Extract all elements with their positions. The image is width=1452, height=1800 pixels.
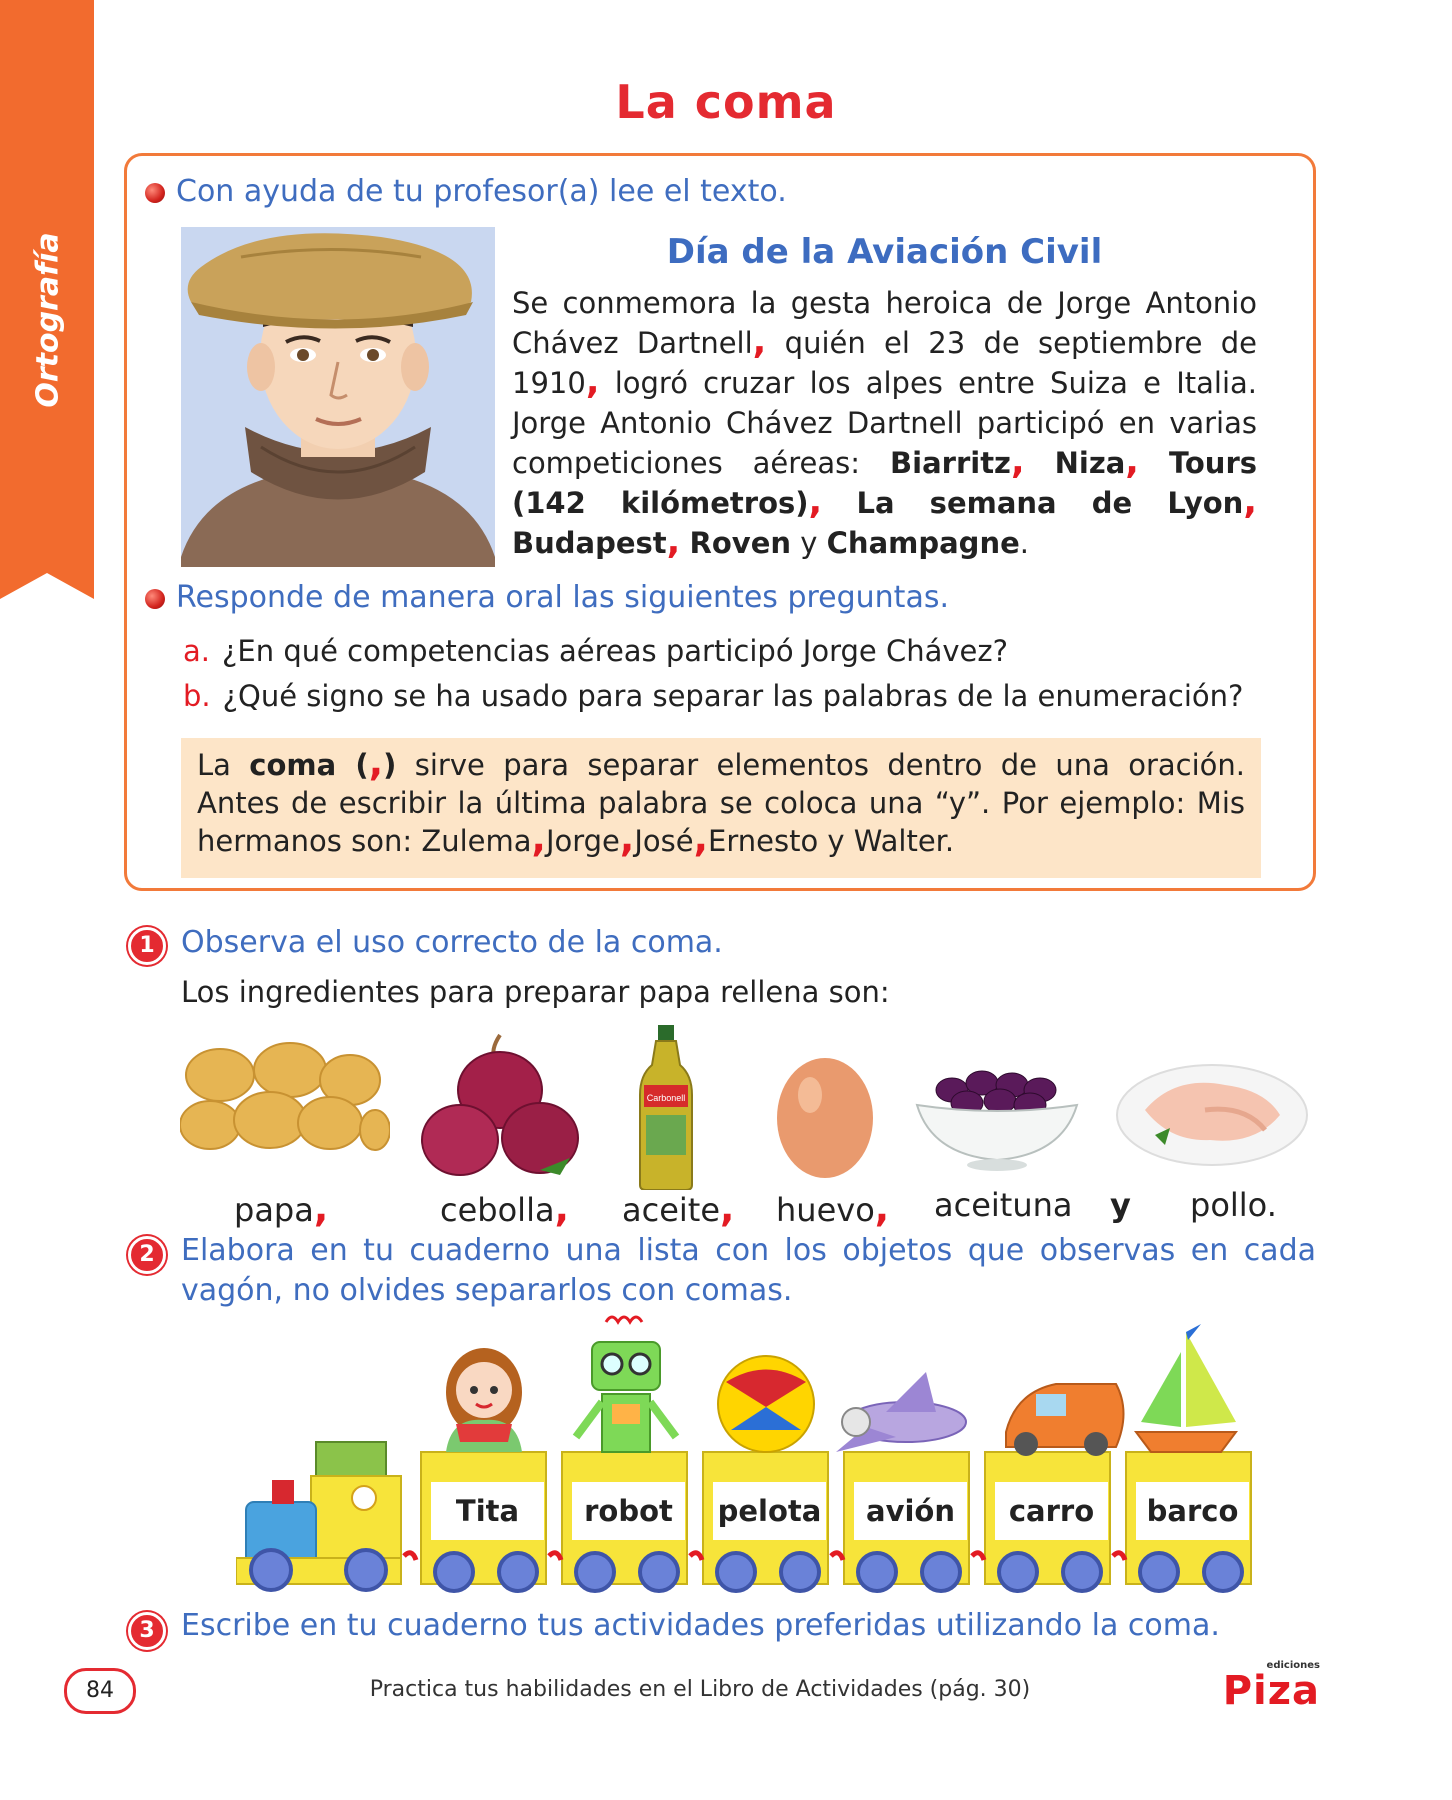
ingredient-word: pollo.	[1190, 1186, 1277, 1224]
ingredient-word: papa,	[234, 1186, 329, 1230]
side-tab-notch	[0, 565, 94, 599]
ingredient-connector: y	[1110, 1186, 1131, 1224]
activity-number-badge: 1	[128, 927, 166, 965]
wagon-label: robot	[572, 1482, 685, 1540]
ingredient-word: aceituna	[934, 1186, 1073, 1224]
wagon-label: pelota	[713, 1482, 826, 1540]
activity-number-badge: 3	[128, 1612, 166, 1650]
ingredient-word: aceite,	[622, 1186, 735, 1230]
activity1-intro: Los ingredientes para preparar papa rell…	[181, 975, 890, 1009]
question-b: b. ¿Qué signo se ha usado para separar la…	[183, 679, 1244, 713]
wagon-label: avión	[854, 1482, 967, 1540]
footer-note: Practica tus habilidades en el Libro de …	[369, 1677, 1031, 1702]
question-a: a. ¿En qué competencias aéreas participó …	[183, 634, 1008, 668]
portrait-image	[181, 227, 495, 567]
wagon-label: Tita	[431, 1482, 544, 1540]
reading-instruction: Con ayuda de tu profesor(a) lee el texto…	[176, 174, 787, 209]
section-label: Ortografía	[30, 232, 66, 408]
reading-text: Se conmemora la gesta heroica de Jorge A…	[512, 286, 1258, 562]
ingredient-word: huevo,	[776, 1186, 890, 1230]
page-title: La coma	[615, 75, 837, 129]
svg-text:Carbonell: Carbonell	[647, 1093, 686, 1103]
wagon-label: carro	[995, 1482, 1108, 1540]
olives-bowl-image	[915, 1070, 1079, 1171]
rule-box: La coma (,) sirve para separar elementos…	[181, 738, 1261, 878]
activity2-instruction: Elabora en tu cuaderno una lista con los…	[181, 1233, 1316, 1308]
oil-bottle-image: Carbonell	[639, 1025, 693, 1190]
bullet-icon	[145, 589, 165, 613]
bullet-icon	[145, 183, 165, 207]
egg-image	[777, 1058, 873, 1178]
ingredient-word: cebolla,	[440, 1186, 569, 1230]
publisher-logo: ediciones Piza	[1222, 1660, 1320, 1714]
train-illustration	[236, 1315, 1252, 1593]
page-number: 84	[64, 1668, 136, 1714]
reading-title: Día de la Aviación Civil	[666, 232, 1103, 272]
activity3-instruction: Escribe en tu cuaderno tus actividades p…	[181, 1608, 1220, 1643]
chicken-image	[1116, 1064, 1308, 1166]
questions-instruction: Responde de manera oral las siguientes p…	[176, 580, 949, 615]
activity1-instruction: Observa el uso correcto de la coma.	[181, 925, 723, 960]
activity-number-badge: 2	[128, 1236, 166, 1274]
wagon-label: barco	[1136, 1482, 1249, 1540]
potatoes-image	[180, 1042, 390, 1151]
onions-image	[421, 1033, 579, 1176]
